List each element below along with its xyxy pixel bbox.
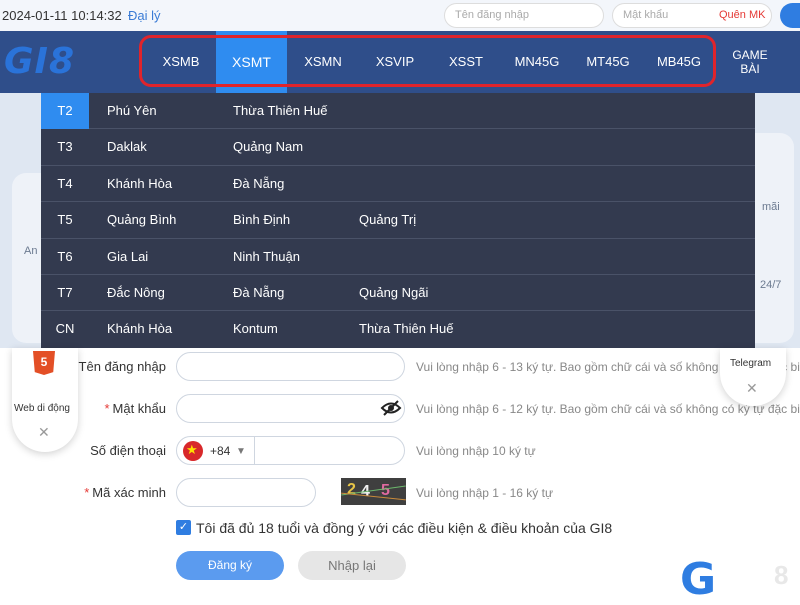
agent-link[interactable]: Đại lý [128,8,161,23]
province-link[interactable]: Đắc Nông [107,275,165,311]
site-logo[interactable]: GI8 [4,41,75,82]
phone-divider [254,437,255,465]
nav-item-xsst[interactable]: XSST [430,31,502,93]
dropdown-row-t7: T7 Đắc Nông Đà Nẵng Quảng Ngãi [41,275,755,312]
nav-item-mt45g[interactable]: MT45G [572,31,644,93]
background-text-right-1: mãi [762,201,780,213]
province-link[interactable]: Quảng Ngãi [359,275,428,311]
required-mark: * [104,401,110,416]
province-link[interactable]: Khánh Hòa [107,311,172,347]
datetime-text: 2024-01-11 10:14:32 [2,8,122,23]
province-link[interactable]: Gia Lai [107,239,148,275]
dropdown-row-t2: T2 Phú Yên Thừa Thiên Huế [41,93,755,130]
nav-item-mn45g[interactable]: MN45G [501,31,573,93]
close-icon[interactable]: ✕ [746,380,758,397]
province-link[interactable]: Quảng Nam [233,129,303,165]
telegram-label: Telegram [730,358,772,369]
province-link[interactable]: Quảng Bình [107,202,176,238]
province-link[interactable]: Phú Yên [107,93,157,129]
flag-star-icon: ★ [186,442,198,457]
province-link[interactable]: Daklak [107,129,147,165]
captcha-hint: Vui lòng nhập 1 - 16 ký tự [416,486,554,500]
nav-item-game-bai[interactable]: GAME BÀI [718,31,782,93]
password-input[interactable] [176,394,405,423]
province-link[interactable]: Ninh Thuận [233,239,300,275]
captcha-label: * Mã xác minh [46,485,166,500]
day-tab-cn[interactable]: CN [41,311,89,347]
telegram-widget[interactable] [720,348,786,406]
day-tab-t4[interactable]: T4 [41,166,89,202]
nav-item-xsmb[interactable]: XSMB [144,31,218,93]
country-code[interactable]: +84 [210,444,230,458]
dropdown-row-t4: T4 Khánh Hòa Đà Nẵng [41,166,755,203]
password-label-text: Mật khẩu [112,401,166,416]
register-button[interactable]: Đăng ký [176,551,284,580]
captcha-char: 2 [347,481,356,498]
nav-item-xsvip[interactable]: XSVIP [359,31,431,93]
corner-logo: G [680,554,717,605]
province-link[interactable]: Thừa Thiên Huế [359,311,453,347]
nav-item-xsmt[interactable]: XSMT [216,31,287,93]
phone-hint: Vui lòng nhập 10 ký tự [416,444,536,458]
province-link[interactable]: Khánh Hòa [107,166,172,202]
background-text-left: An [24,245,38,257]
province-link[interactable]: Quảng Trị [359,202,416,238]
forgot-password-link[interactable]: Quên MK [719,9,765,21]
nav-item-mb45g[interactable]: MB45G [643,31,715,93]
top-login-button[interactable] [780,3,800,28]
dropdown-row-t3: T3 Daklak Quảng Nam [41,129,755,166]
day-tab-t3[interactable]: T3 [41,129,89,165]
captcha-label-text: Mã xác minh [92,485,166,500]
xsmt-dropdown: T2 Phú Yên Thừa Thiên Huế T3 Daklak Quản… [41,93,755,348]
agree-text: Tôi đã đủ 18 tuổi và đồng ý với các điều… [196,520,613,536]
province-link[interactable]: Thừa Thiên Huế [233,93,327,129]
required-mark: * [84,485,90,500]
eye-slash-icon[interactable] [380,399,402,417]
mobile-web-label: Web di động [14,403,70,414]
reset-button[interactable]: Nhập lại [298,551,406,580]
dropdown-row-t5: T5 Quảng Bình Bình Định Quảng Trị [41,202,755,239]
close-icon[interactable]: ✕ [38,424,50,441]
province-link[interactable]: Đà Nẵng [233,166,284,202]
corner-logo-fade: 8 [774,560,789,590]
day-tab-t7[interactable]: T7 [41,275,89,311]
caret-down-icon[interactable]: ▼ [236,446,246,457]
agree-checkbox[interactable]: ✓ [176,520,191,535]
dropdown-row-t6: T6 Gia Lai Ninh Thuận [41,239,755,275]
nav-item-xsmn[interactable]: XSMN [287,31,359,93]
game-label-line1: GAME [732,48,768,62]
captcha-image[interactable]: 2 4 5 [341,478,406,505]
html5-icon: 5 [33,351,55,375]
day-tab-t2[interactable]: T2 [41,93,89,129]
username-input[interactable] [176,352,405,381]
day-tab-t6[interactable]: T6 [41,239,89,275]
province-link[interactable]: Kontum [233,311,278,347]
captcha-input[interactable] [176,478,316,507]
province-link[interactable]: Đà Nẵng [233,275,284,311]
background-text-right-2: 24/7 [760,279,782,291]
top-username-input[interactable]: Tên đăng nhập [444,3,604,28]
day-tab-t5[interactable]: T5 [41,202,89,238]
game-label-line2: BÀI [740,62,760,76]
province-link[interactable]: Bình Định [233,202,290,238]
dropdown-row-cn: CN Khánh Hòa Kontum Thừa Thiên Huế [41,311,755,347]
